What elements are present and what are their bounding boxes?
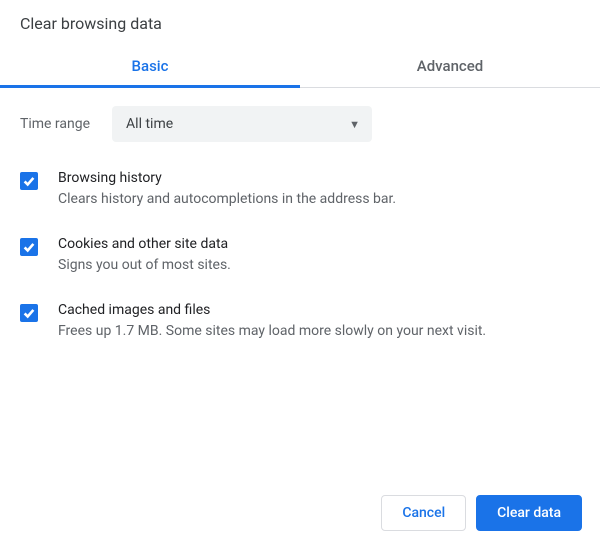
time-range-label: Time range: [20, 116, 90, 132]
option-text: Cookies and other site data Signs you ou…: [58, 236, 231, 274]
option-desc: Frees up 1.7 MB. Some sites may load mor…: [58, 322, 486, 340]
option-text: Cached images and files Frees up 1.7 MB.…: [58, 302, 486, 340]
cancel-button[interactable]: Cancel: [381, 495, 466, 531]
clear-browsing-data-dialog: Clear browsing data Basic Advanced Time …: [0, 0, 600, 549]
option-cookies: Cookies and other site data Signs you ou…: [20, 236, 576, 274]
check-icon: [22, 240, 36, 254]
tab-advanced[interactable]: Advanced: [300, 43, 600, 87]
option-browsing-history: Browsing history Clears history and auto…: [20, 170, 576, 208]
option-title: Cookies and other site data: [58, 236, 231, 252]
option-desc: Clears history and autocompletions in th…: [58, 190, 396, 208]
checkbox-cache[interactable]: [20, 304, 38, 322]
tabs: Basic Advanced: [0, 43, 600, 88]
checkbox-cookies[interactable]: [20, 238, 38, 256]
dialog-title: Clear browsing data: [0, 0, 600, 43]
option-title: Browsing history: [58, 170, 396, 186]
tab-basic[interactable]: Basic: [0, 43, 300, 87]
time-range-select[interactable]: All time ▼: [112, 106, 372, 142]
option-cache: Cached images and files Frees up 1.7 MB.…: [20, 302, 576, 340]
check-icon: [22, 174, 36, 188]
option-desc: Signs you out of most sites.: [58, 256, 231, 274]
dialog-content: Time range All time ▼ Browsing history C…: [0, 88, 600, 483]
checkbox-browsing-history[interactable]: [20, 172, 38, 190]
check-icon: [22, 306, 36, 320]
time-range-value: All time: [126, 116, 173, 132]
time-range-row: Time range All time ▼: [20, 106, 576, 142]
option-title: Cached images and files: [58, 302, 486, 318]
option-text: Browsing history Clears history and auto…: [58, 170, 396, 208]
chevron-down-icon: ▼: [349, 118, 360, 131]
clear-data-button[interactable]: Clear data: [476, 495, 582, 531]
dialog-footer: Cancel Clear data: [0, 483, 600, 549]
